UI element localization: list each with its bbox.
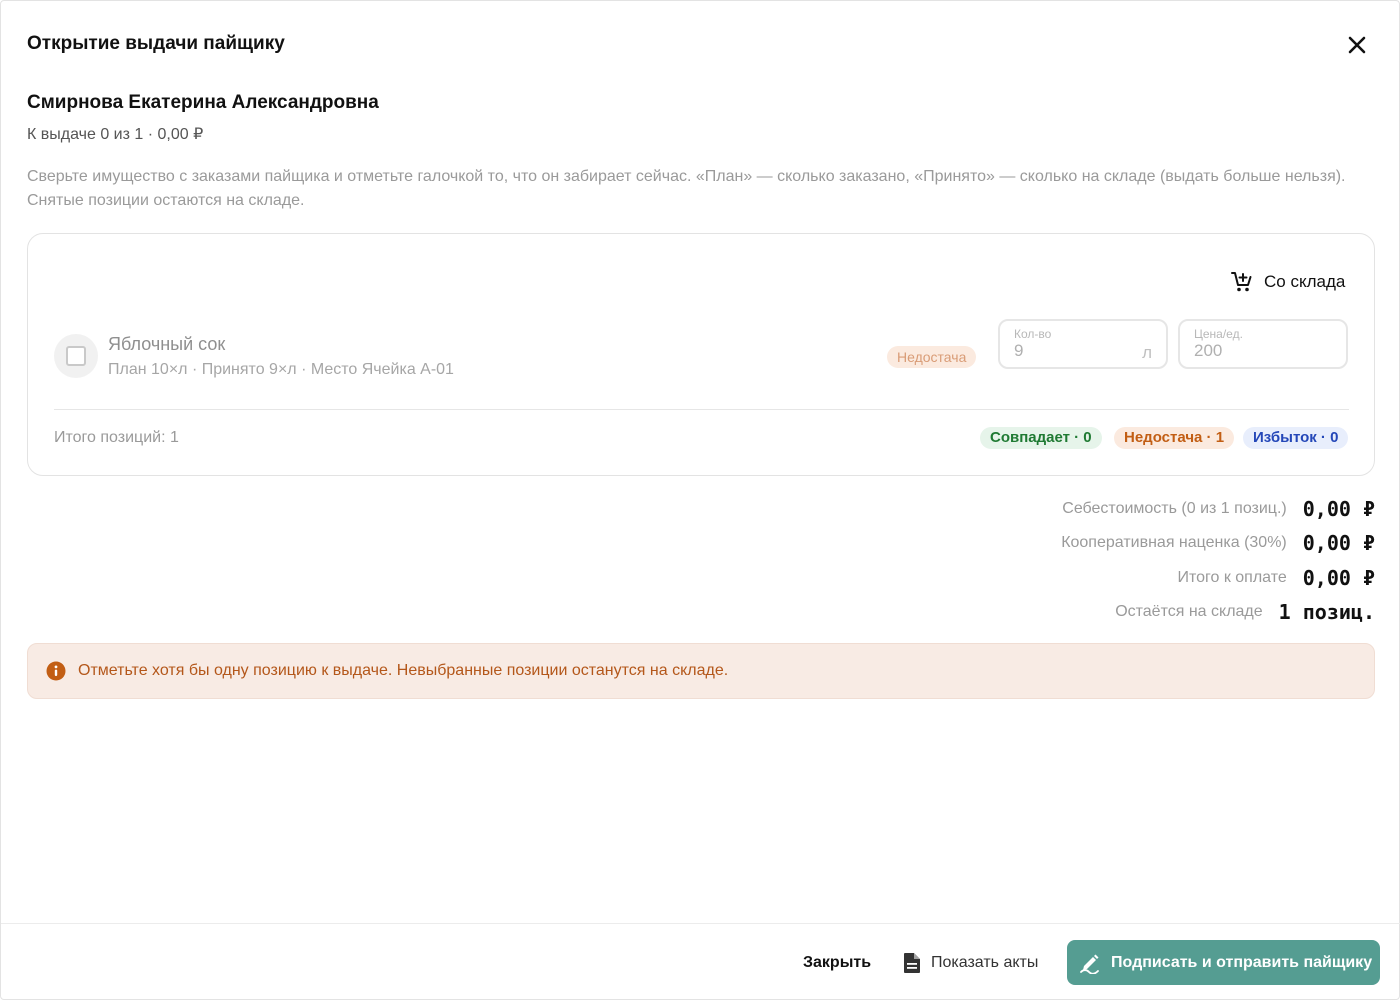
info-icon — [46, 661, 66, 681]
document-icon — [904, 953, 920, 973]
remain-label: Остаётся на складе — [1115, 603, 1263, 620]
sign-icon — [1080, 954, 1099, 974]
items-card: Со склада Яблочный сок План 10×л · Приня… — [27, 233, 1375, 476]
close-button[interactable] — [1341, 29, 1373, 61]
quantity-field[interactable]: Кол-во л — [998, 319, 1168, 369]
instruction-text: Сверьте имущество с заказами пайщика и о… — [27, 168, 1346, 209]
remain-value: 1 позиц. — [1278, 600, 1375, 624]
warning-text: Отметьте хотя бы одну позицию к выдаче. … — [78, 662, 729, 679]
issue-dialog: Открытие выдачи пайщику Смирнова Екатери… — [0, 0, 1400, 1000]
item-status-badge: Недостача — [887, 346, 977, 368]
cost-row: Себестоимость (0 из 1 позиц.) 0,00 ₽ — [1062, 497, 1375, 521]
markup-value: 0,00 ₽ — [1302, 531, 1375, 555]
dialog-title: Открытие выдачи пайщику — [27, 33, 285, 54]
issue-summary: К выдаче 0 из 1 · 0,00 ₽ — [27, 126, 204, 143]
price-label: Цена/ед. — [1194, 327, 1243, 341]
from-stock-label: Со склада — [1264, 272, 1346, 291]
warning-alert: Отметьте хотя бы одну позицию к выдаче. … — [27, 643, 1375, 699]
total-positions: Итого позиций: 1 — [54, 429, 179, 446]
total-label: Итого к оплате — [1177, 569, 1287, 586]
match-count-badge: Совпадает · 0 — [980, 427, 1102, 449]
surplus-count-badge: Избыток · 0 — [1243, 427, 1349, 449]
card-divider — [54, 409, 1349, 410]
cost-label: Себестоимость (0 из 1 позиц.) — [1062, 500, 1287, 517]
item-meta: План 10×л · Принято 9×л · Место Ячейка A… — [108, 361, 454, 378]
quantity-label: Кол-во — [1014, 327, 1052, 341]
quantity-input[interactable] — [1014, 341, 1134, 361]
footer-divider — [1, 923, 1400, 924]
total-row: Итого к оплате 0,00 ₽ — [1177, 566, 1375, 590]
item-checkbox[interactable] — [54, 334, 98, 378]
checkbox-square — [66, 346, 86, 366]
from-stock-button[interactable]: Со склада — [1214, 266, 1361, 298]
sign-and-send-button[interactable]: Подписать и отправить пайщику — [1067, 940, 1380, 985]
remain-row: Остаётся на складе 1 позиц. — [1115, 600, 1375, 624]
item-name: Яблочный сок — [108, 334, 226, 354]
close-dialog-button[interactable]: Закрыть — [789, 943, 885, 983]
show-acts-label: Показать акты — [931, 954, 1039, 971]
quantity-unit: л — [1142, 343, 1152, 362]
show-acts-button[interactable]: Показать акты — [893, 943, 1048, 983]
markup-label: Кооперативная наценка (30%) — [1061, 534, 1287, 551]
price-field[interactable]: Цена/ед. — [1178, 319, 1348, 369]
member-name: Смирнова Екатерина Александровна — [27, 92, 379, 113]
sign-and-send-label: Подписать и отправить пайщику — [1111, 953, 1373, 971]
price-input[interactable] — [1194, 341, 1314, 361]
total-value: 0,00 ₽ — [1302, 566, 1375, 590]
cost-value: 0,00 ₽ — [1302, 497, 1375, 521]
cart-add-icon — [1231, 272, 1252, 292]
close-icon[interactable] — [1347, 35, 1367, 55]
shortage-count-badge: Недостача · 1 — [1114, 427, 1235, 449]
markup-row: Кооперативная наценка (30%) 0,00 ₽ — [1061, 531, 1375, 555]
